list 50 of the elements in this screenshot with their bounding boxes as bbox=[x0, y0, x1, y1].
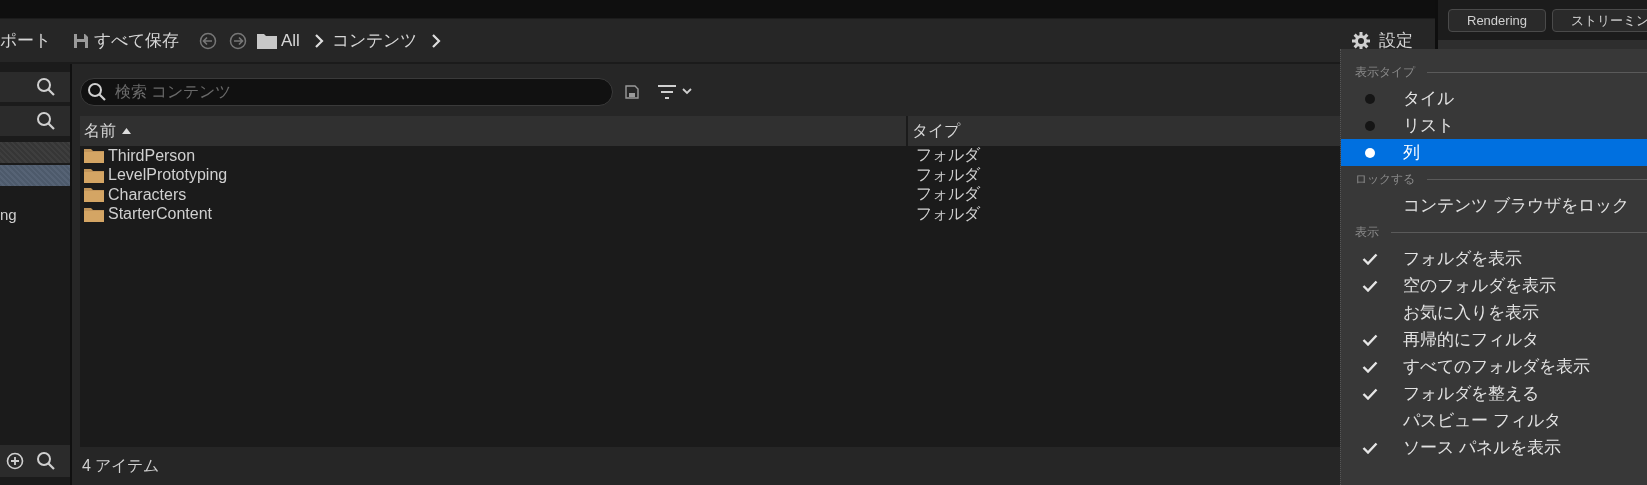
folder-icon bbox=[84, 167, 104, 183]
asset-name[interactable]: StarterContent bbox=[108, 205, 213, 224]
asset-name[interactable]: LevelPrototyping bbox=[108, 166, 228, 185]
menu-item[interactable]: フォルダを表示 bbox=[1341, 245, 1647, 272]
save-icon bbox=[73, 32, 89, 49]
search-icon[interactable] bbox=[36, 111, 56, 131]
menu-item[interactable]: コンテンツ ブラウザをロック bbox=[1341, 192, 1647, 219]
chevron-right-icon bbox=[313, 33, 324, 48]
menu-item[interactable]: すべてのフォルダを表示 bbox=[1341, 353, 1647, 380]
breadcrumb-link[interactable]: All bbox=[281, 30, 300, 51]
import-button[interactable]: ポート bbox=[0, 29, 51, 52]
asset-type: フォルダ bbox=[915, 203, 980, 224]
menu-item[interactable]: 列 bbox=[1341, 139, 1647, 166]
breadcrumb-link[interactable]: コンテンツ bbox=[331, 29, 417, 52]
menu-item[interactable]: ソース パネルを表示 bbox=[1341, 434, 1647, 461]
save-icon[interactable] bbox=[625, 85, 639, 99]
asset-type: フォルダ bbox=[915, 145, 980, 166]
menu-item[interactable]: タイル bbox=[1341, 85, 1647, 112]
menu-item[interactable]: 再帰的にフィルタ bbox=[1341, 326, 1647, 353]
add-icon[interactable] bbox=[6, 452, 24, 470]
chevron-right-icon bbox=[430, 33, 441, 48]
section-heading: ロックする bbox=[1355, 170, 1415, 188]
column-header[interactable]: 名前 bbox=[80, 116, 906, 146]
forward-icon[interactable] bbox=[229, 31, 247, 50]
category-button[interactable]: ストリーミン bbox=[1552, 9, 1647, 32]
menu-item[interactable]: 空のフォルダを表示 bbox=[1341, 272, 1647, 299]
folder-icon bbox=[84, 148, 104, 164]
asset-name[interactable]: ThirdPerson bbox=[108, 146, 196, 165]
search-icon[interactable] bbox=[36, 77, 56, 97]
asset-type: フォルダ bbox=[915, 184, 980, 205]
menu-item[interactable]: フォルダを整える bbox=[1341, 380, 1647, 407]
search-icon[interactable] bbox=[87, 82, 107, 102]
category-button[interactable]: Rendering bbox=[1448, 9, 1546, 32]
section-heading: 表示タイプ bbox=[1355, 63, 1415, 81]
folder-icon[interactable] bbox=[257, 32, 277, 49]
back-icon[interactable] bbox=[199, 31, 217, 50]
asset-type: フォルダ bbox=[915, 164, 980, 185]
item-count: 4 アイテム bbox=[82, 455, 160, 476]
sort-ascending-icon bbox=[122, 128, 131, 134]
section-heading: 表示 bbox=[1355, 223, 1379, 241]
menu-item[interactable]: パスビュー フィルタ bbox=[1341, 407, 1647, 434]
tree-item[interactable]: ng bbox=[0, 206, 70, 223]
menu-item[interactable]: お気に入りを表示 bbox=[1341, 299, 1647, 326]
asset-name[interactable]: Characters bbox=[108, 185, 187, 204]
search-field[interactable]: 検索 コンテンツ bbox=[80, 78, 613, 106]
folder-icon bbox=[84, 206, 104, 222]
save-all-button[interactable]: すべて保存 bbox=[73, 29, 179, 52]
filter-icon[interactable] bbox=[657, 84, 693, 100]
search-icon[interactable] bbox=[36, 451, 56, 471]
folder-icon bbox=[84, 187, 104, 203]
